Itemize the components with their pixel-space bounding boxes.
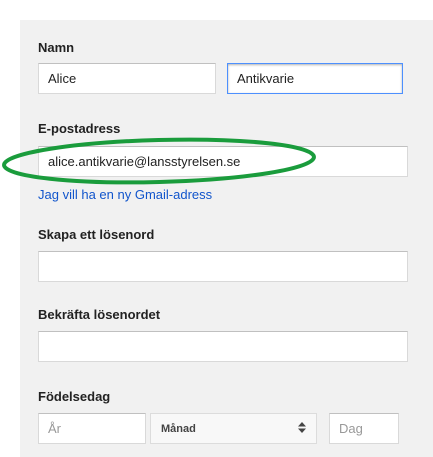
first-name-value: Alice (48, 71, 77, 86)
birth-month-selected: Månad (161, 422, 196, 435)
birth-year-field[interactable]: År (38, 413, 146, 444)
birthday-label: Födelsedag (38, 389, 111, 404)
last-name-field[interactable]: Antikvarie (227, 63, 403, 94)
last-name-value: Antikvarie (237, 71, 295, 86)
name-label: Namn (38, 40, 75, 55)
birth-day-field[interactable]: Dag (329, 413, 399, 444)
email-field[interactable]: alice.antikvarie@lansstyrelsen.se (38, 146, 408, 177)
email-label: E-postadress (38, 121, 121, 136)
birth-day-placeholder: Dag (339, 421, 363, 436)
password-field[interactable] (38, 251, 408, 282)
email-value: alice.antikvarie@lansstyrelsen.se (48, 154, 241, 169)
confirm-password-label: Bekräfta lösenordet (38, 307, 161, 322)
new-gmail-address-link[interactable]: Jag vill ha en ny Gmail-adress (38, 187, 212, 202)
up-down-arrows-icon (298, 421, 306, 436)
password-label: Skapa ett lösenord (38, 227, 155, 242)
birth-year-placeholder: År (48, 421, 61, 436)
confirm-password-field[interactable] (38, 331, 408, 362)
birth-month-select[interactable]: Månad (150, 413, 317, 444)
first-name-field[interactable]: Alice (38, 63, 216, 94)
